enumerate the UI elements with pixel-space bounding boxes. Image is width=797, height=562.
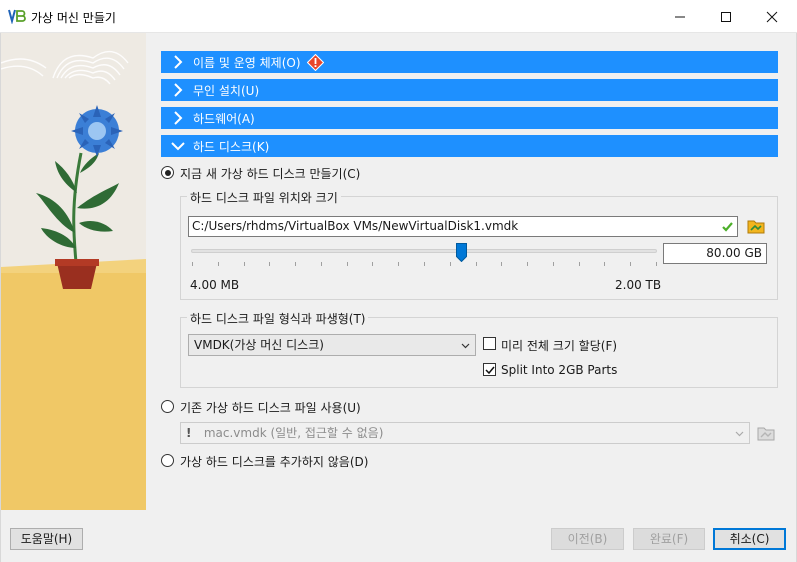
slider-tick <box>398 262 400 266</box>
preallocate-label[interactable]: 미리 전체 크기 할당(F) <box>501 337 617 354</box>
slider-tick <box>475 262 477 266</box>
chevron-right-icon <box>174 55 183 69</box>
section-unattended-install[interactable]: 무인 설치(U) <box>161 79 778 101</box>
slider-tick <box>449 262 451 266</box>
valid-checkmark-icon <box>722 222 733 232</box>
use-existing-disk-label[interactable]: 기존 가상 하드 디스크 파일 사용(U) <box>180 399 361 416</box>
slider-tick <box>320 262 322 266</box>
folder-browse-disabled-icon[interactable] <box>757 424 775 442</box>
section-hard-disk[interactable]: 하드 디스크(K) <box>161 135 778 157</box>
disk-format-value: VMDK(가상 머신 디스크) <box>194 338 324 352</box>
format-group-title: 하드 디스크 파일 형식과 파생형(T) <box>187 310 369 327</box>
disk-size-slider-handle[interactable] <box>456 243 468 262</box>
maximize-button[interactable] <box>703 0 749 33</box>
slider-tick <box>372 262 374 266</box>
checkmark-icon <box>485 366 495 375</box>
slider-tick <box>552 262 554 266</box>
finish-button[interactable]: 완료(F) <box>633 528 705 550</box>
disk-size-input[interactable]: 80.00 GB <box>663 243 767 264</box>
dialog-footer: 도움말(H) 이전(B) 완료(F) 취소(C) <box>1 510 796 562</box>
split-2gb-label[interactable]: Split Into 2GB Parts <box>501 363 617 377</box>
slider-tick <box>501 262 503 266</box>
back-button[interactable]: 이전(B) <box>551 528 624 550</box>
slider-tick <box>217 262 219 266</box>
preallocate-checkbox[interactable] <box>483 337 496 350</box>
existing-disk-select[interactable]: ! mac.vmdk (일반, 접근할 수 없음) <box>180 422 750 444</box>
chevron-right-icon <box>174 83 183 97</box>
disk-size-slider-track[interactable] <box>191 249 657 253</box>
chevron-right-icon <box>174 111 183 125</box>
slider-tick <box>630 262 632 266</box>
slider-tick <box>424 262 425 266</box>
help-button[interactable]: 도움말(H) <box>10 528 83 550</box>
slider-max-label: 2.00 TB <box>615 278 662 292</box>
chevron-down-icon <box>735 431 744 437</box>
slider-tick <box>656 262 657 266</box>
cancel-button[interactable]: 취소(C) <box>713 528 786 550</box>
minimize-button[interactable] <box>657 0 703 33</box>
section-name-os[interactable]: 이름 및 운영 체제(O) <box>161 51 778 73</box>
use-existing-disk-radio[interactable] <box>161 400 174 413</box>
existing-disk-value: mac.vmdk (일반, 접근할 수 없음) <box>203 426 384 440</box>
folder-browse-icon[interactable] <box>747 217 765 235</box>
chevron-down-icon <box>171 142 185 151</box>
slider-tick <box>604 262 606 266</box>
section-label: 무인 설치(U) <box>193 83 260 98</box>
section-label: 하드웨어(A) <box>193 111 255 126</box>
inaccessible-icon: ! <box>186 426 192 440</box>
close-button[interactable] <box>749 0 795 33</box>
disk-size-value: 80.00 GB <box>706 246 762 260</box>
section-hardware[interactable]: 하드웨어(A) <box>161 107 778 129</box>
close-icon <box>766 11 778 22</box>
dialog-body: 이름 및 운영 체제(O) 무인 설치(U) 하드웨어(A) 하드 디스크(K)… <box>0 33 797 562</box>
slider-tick <box>243 262 245 266</box>
minimize-icon <box>675 16 685 17</box>
no-disk-radio[interactable] <box>161 454 174 467</box>
create-disk-radio[interactable] <box>161 166 174 179</box>
maximize-icon <box>721 11 731 22</box>
split-2gb-checkbox[interactable] <box>483 363 496 376</box>
wizard-illustration <box>1 33 146 510</box>
slider-tick <box>269 262 271 266</box>
section-label: 이름 및 운영 체제(O) <box>193 55 301 70</box>
disk-path-value: C:/Users/rhdms/VirtualBox VMs/NewVirtual… <box>192 219 519 233</box>
chevron-down-icon <box>461 343 470 349</box>
section-label: 하드 디스크(K) <box>193 139 270 154</box>
virtualbox-app-icon <box>8 9 26 24</box>
title-bar: 가상 머신 만들기 <box>0 0 797 33</box>
slider-min-label: 4.00 MB <box>190 278 240 292</box>
disk-format-select[interactable]: VMDK(가상 머신 디스크) <box>188 334 476 356</box>
create-disk-label[interactable]: 지금 새 가상 하드 디스크 만들기(C) <box>180 165 360 182</box>
no-disk-label[interactable]: 가상 하드 디스크를 추가하지 않음(D) <box>180 453 368 470</box>
slider-tick <box>578 262 580 266</box>
slider-tick <box>295 262 297 266</box>
disk-path-input[interactable]: C:/Users/rhdms/VirtualBox VMs/NewVirtual… <box>188 216 738 237</box>
slider-tick <box>346 262 348 266</box>
location-size-group-title: 하드 디스크 파일 위치와 크기 <box>187 189 341 206</box>
warning-icon <box>306 53 324 71</box>
slider-tick <box>192 262 193 266</box>
window-title: 가상 머신 만들기 <box>31 11 116 25</box>
slider-tick <box>527 262 529 266</box>
